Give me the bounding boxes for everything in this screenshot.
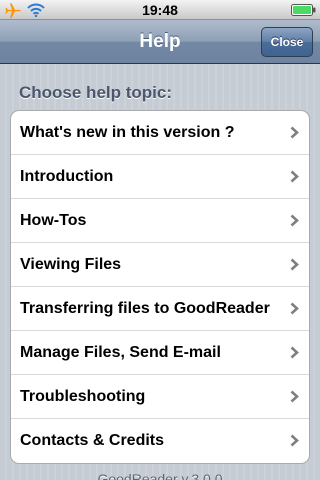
chevron-right-icon: [290, 434, 299, 447]
topic-label: Transferring files to GoodReader: [20, 300, 270, 317]
topic-label: Manage Files, Send E-mail: [20, 344, 221, 361]
chevron-right-icon: [290, 346, 299, 359]
topic-label: Introduction: [20, 168, 114, 185]
chevron-right-icon: [290, 258, 299, 271]
topic-row-how-tos[interactable]: How-Tos: [11, 199, 309, 243]
topic-row-troubleshooting[interactable]: Troubleshooting: [11, 375, 309, 419]
chevron-right-icon: [290, 126, 299, 139]
topic-row-contacts-credits[interactable]: Contacts & Credits: [11, 419, 309, 463]
chevron-right-icon: [290, 302, 299, 315]
battery-icon: [291, 4, 316, 16]
chevron-right-icon: [290, 214, 299, 227]
version-footer: GoodReader v.3.0.0: [97, 471, 223, 480]
navigation-bar: Help Close: [0, 20, 320, 64]
help-topic-list: What's new in this version ? Introductio…: [10, 110, 310, 464]
chevron-right-icon: [290, 390, 299, 403]
status-bar: 19:48: [0, 0, 320, 20]
section-header: Choose help topic:: [19, 83, 172, 102]
close-button[interactable]: Close: [261, 27, 313, 57]
topic-label: Troubleshooting: [20, 388, 146, 405]
topic-label: Viewing Files: [20, 256, 122, 273]
topic-row-introduction[interactable]: Introduction: [11, 155, 309, 199]
topic-label: How-Tos: [20, 212, 87, 229]
status-time: 19:48: [142, 2, 178, 18]
chevron-right-icon: [290, 170, 299, 183]
topic-row-whats-new[interactable]: What's new in this version ?: [11, 111, 309, 155]
topic-row-transferring-files[interactable]: Transferring files to GoodReader: [11, 287, 309, 331]
topic-label: What's new in this version ?: [20, 124, 235, 141]
topic-label: Contacts & Credits: [20, 432, 165, 449]
topic-row-manage-files[interactable]: Manage Files, Send E-mail: [11, 331, 309, 375]
topic-row-viewing-files[interactable]: Viewing Files: [11, 243, 309, 287]
